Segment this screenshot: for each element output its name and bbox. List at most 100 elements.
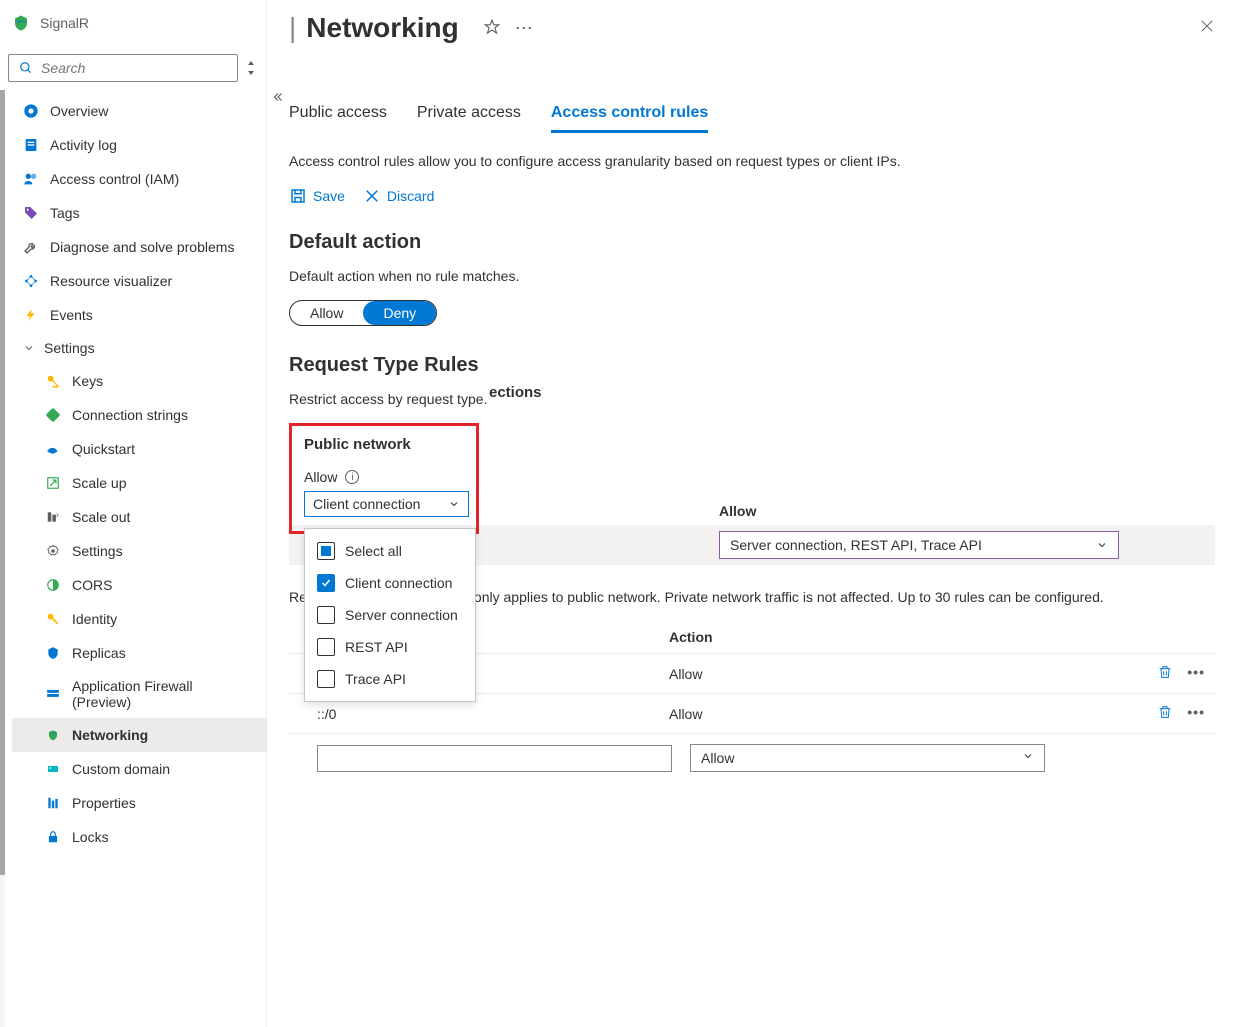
sidebar-item-label: Properties [72,795,136,811]
info-icon[interactable]: i [345,470,359,484]
sidebar-item-keys[interactable]: Keys [12,364,266,398]
sidebar-item-activity-log[interactable]: Activity log [12,128,266,162]
sidebar-item-label: Locks [72,829,109,845]
sidebar-item-events[interactable]: Events [12,298,266,332]
sidebar-item-label: Replicas [72,645,126,661]
tab-private-access[interactable]: Private access [417,104,521,133]
breadcrumb-pipe: | [289,12,296,44]
sidebar-item-visualizer[interactable]: Resource visualizer [12,264,266,298]
sidebar-item-firewall[interactable]: Application Firewall (Preview) [12,670,266,718]
row-more-button[interactable]: ••• [1187,704,1205,723]
tab-public-access[interactable]: Public access [289,104,387,133]
default-deny-option[interactable]: Deny [363,301,436,325]
request-type-rules-heading: Request Type Rules [289,354,1215,377]
save-button[interactable]: Save [289,187,345,205]
close-button[interactable] [1199,17,1215,40]
default-allow-option[interactable]: Allow [290,301,363,325]
discard-button[interactable]: Discard [363,187,434,205]
save-label: Save [313,188,345,204]
visualizer-icon [22,272,40,290]
page-description: Access control rules allow you to config… [289,153,1215,169]
more-button[interactable]: ⋯ [515,18,535,39]
private-allow-dropdown[interactable]: Server connection, REST API, Trace API [719,531,1119,559]
sidebar-item-label: Networking [72,727,148,743]
lock-icon [44,828,62,846]
chevron-down-icon [22,342,36,354]
sidebar-item-label: Resource visualizer [50,273,172,289]
sidebar-item-diagnose[interactable]: Diagnose and solve problems [12,230,266,264]
sidebar-group-label: Settings [44,340,95,356]
chevron-down-icon [448,498,460,510]
identity-icon [44,610,62,628]
replicas-icon [44,644,62,662]
sidebar-item-connection-strings[interactable]: Connection strings [12,398,266,432]
brand-name: SignalR [40,15,89,31]
sidebar-group-settings[interactable]: Settings [12,332,266,364]
sidebar-item-label: Events [50,307,93,323]
cors-icon [44,576,62,594]
delete-button[interactable] [1157,704,1173,723]
default-action-heading: Default action [289,231,1215,254]
sidebar-item-locks[interactable]: Locks [12,820,266,854]
private-allow-value: Server connection, REST API, Trace API [730,537,982,553]
new-action-select[interactable]: Allow [690,744,1045,772]
sidebar-item-cors[interactable]: CORS [12,568,266,602]
brand: SignalR [0,0,266,54]
tab-access-control-rules[interactable]: Access control rules [551,104,708,133]
allow-label: Allow [304,469,337,485]
sidebar-item-iam[interactable]: Access control (IAM) [12,162,266,196]
sidebar-item-label: Scale up [72,475,126,491]
sidebar-item-label: Diagnose and solve problems [50,239,234,255]
allow-dropdown[interactable]: Client connection [304,491,469,517]
dropdown-option-server-connection[interactable]: Server connection [305,599,475,631]
networking-icon [44,726,62,744]
dropdown-option-select-all[interactable]: Select all [305,535,475,567]
sidebar-item-identity[interactable]: Identity [12,602,266,636]
public-network-box: Public network Allow i Client connection… [289,423,479,534]
checkbox-unchecked [317,638,335,656]
sidebar-item-label: Application Firewall (Preview) [72,678,232,710]
iam-icon [22,170,40,188]
sidebar-item-label: Identity [72,611,117,627]
new-cidr-input[interactable] [317,745,672,772]
scale-out-icon [44,508,62,526]
sidebar-item-label: Custom domain [72,761,170,777]
search-input-wrapper[interactable] [8,54,238,82]
allow-column-header: Allow [719,503,1215,519]
dropdown-option-client-connection[interactable]: Client connection [305,567,475,599]
sidebar-item-settings[interactable]: Settings [12,534,266,568]
default-action-toggle[interactable]: Allow Deny [289,300,437,326]
sidebar-item-overview[interactable]: Overview [12,94,266,128]
search-input[interactable] [41,60,229,76]
row-more-button[interactable]: ••• [1187,664,1205,683]
bolt-icon [22,306,40,324]
wrench-icon [22,238,40,256]
dropdown-option-rest-api[interactable]: REST API [305,631,475,663]
action-column-header: Action [669,629,1039,645]
public-network-heading: Public network [304,436,464,453]
sidebar-item-networking[interactable]: Networking [12,718,266,752]
sidebar-item-quickstart[interactable]: Quickstart [12,432,266,466]
checkbox-unchecked [317,606,335,624]
sidebar-item-tags[interactable]: Tags [12,196,266,230]
sidebar-scrollbar[interactable] [0,90,5,1027]
delete-button[interactable] [1157,664,1173,683]
dropdown-option-trace-api[interactable]: Trace API [305,663,475,695]
sidebar-item-scale-out[interactable]: Scale out [12,500,266,534]
sidebar-item-properties[interactable]: Properties [12,786,266,820]
sidebar-item-custom-domain[interactable]: Custom domain [12,752,266,786]
private-section-partial: ections [289,384,1215,401]
checkbox-indeterminate [317,542,335,560]
discard-label: Discard [387,188,434,204]
sidebar-item-label: Access control (IAM) [50,171,179,187]
sidebar-item-replicas[interactable]: Replicas [12,636,266,670]
expand-icon[interactable] [244,61,258,75]
favorite-button[interactable] [483,18,501,39]
sidebar-item-scale-up[interactable]: Scale up [12,466,266,500]
sidebar-item-label: CORS [72,577,112,593]
collapse-sidebar-button[interactable] [267,0,289,1027]
sidebar-item-label: Keys [72,373,103,389]
action-value: Allow [669,706,1039,722]
log-icon [22,136,40,154]
action-value: Allow [669,666,1039,682]
